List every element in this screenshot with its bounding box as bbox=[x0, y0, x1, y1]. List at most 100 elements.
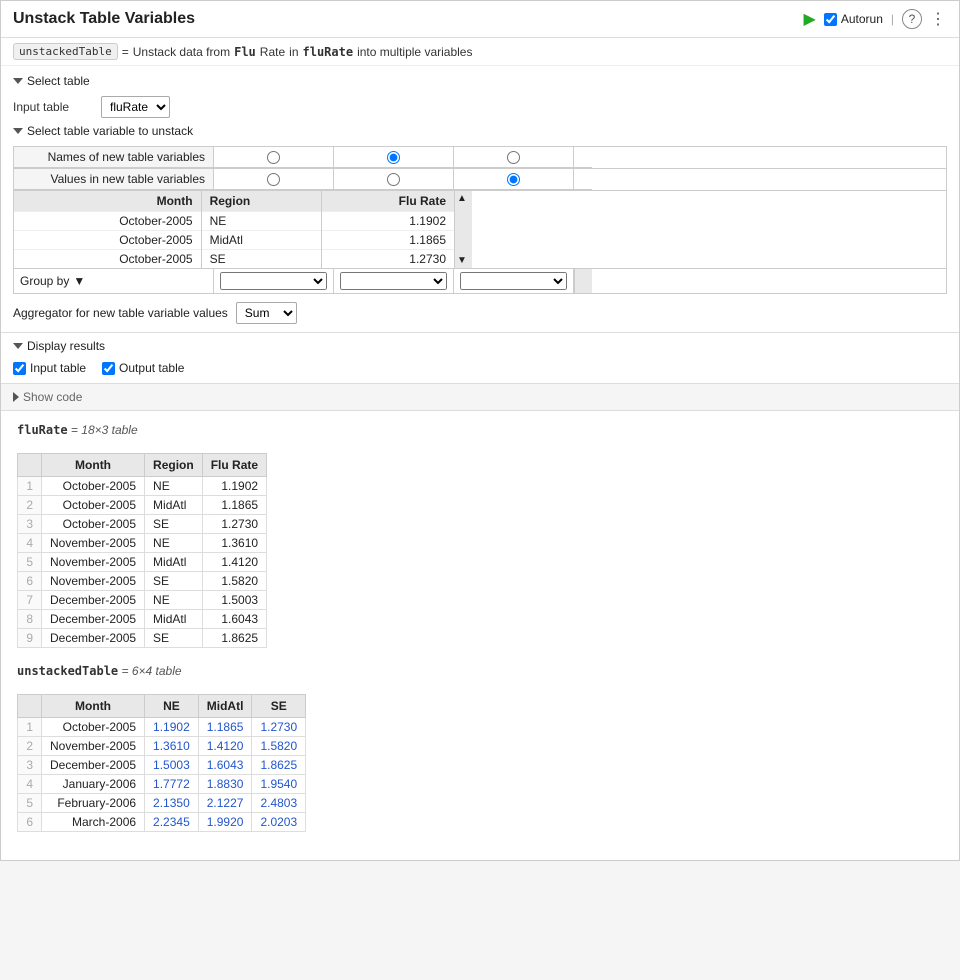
prev-region: NE bbox=[201, 212, 321, 231]
groupby-select-3[interactable] bbox=[340, 272, 447, 290]
names-radio-2[interactable] bbox=[387, 151, 400, 164]
autorun-checkbox[interactable] bbox=[824, 13, 837, 26]
values-radio-1-cell[interactable] bbox=[214, 169, 334, 190]
values-radio-1[interactable] bbox=[267, 173, 280, 186]
unstacked-table-label: unstackedTable = 6×4 table bbox=[17, 664, 943, 678]
prev-region: SE bbox=[201, 250, 321, 269]
names-label-text: Names of new table variables bbox=[48, 150, 205, 164]
select-table-header[interactable]: Select table bbox=[13, 74, 947, 88]
flu-rate-table-info: = 18×3 table bbox=[71, 423, 138, 437]
app-container: Unstack Table Variables ▶ Autorun | ? ⋮ … bbox=[0, 0, 960, 861]
scroll-down[interactable]: ▼ bbox=[457, 255, 470, 266]
row-flurate: 1.1902 bbox=[202, 477, 266, 496]
preview-row: October-2005 SE 1.2730 bbox=[14, 250, 454, 269]
row-month: December-2005 bbox=[42, 629, 145, 648]
ucol-ne: NE bbox=[145, 695, 199, 718]
ucol-se: SE bbox=[252, 695, 306, 718]
autorun-label[interactable]: Autorun bbox=[824, 12, 883, 26]
table-row: 4 November-2005 NE 1.3610 bbox=[18, 534, 267, 553]
table-row: 1 October-2005 NE 1.1902 bbox=[18, 477, 267, 496]
aggregator-select[interactable]: Sum Mean Min Max bbox=[236, 302, 297, 324]
preview-col-flurate: Flu Rate bbox=[321, 191, 454, 212]
row-region: SE bbox=[145, 572, 203, 591]
values-radio-2-cell[interactable] bbox=[334, 169, 454, 190]
values-radio-3-cell[interactable] bbox=[454, 169, 574, 190]
names-radio-3-cell[interactable] bbox=[454, 147, 574, 168]
input-table-checkbox-text: Input table bbox=[30, 361, 86, 375]
row-idx: 7 bbox=[18, 591, 42, 610]
scroll-up[interactable]: ▲ bbox=[457, 193, 470, 204]
run-button[interactable]: ▶ bbox=[804, 9, 816, 29]
row-flurate: 1.5003 bbox=[202, 591, 266, 610]
row-region: NE bbox=[145, 591, 203, 610]
help-button[interactable]: ? bbox=[902, 9, 922, 29]
groupby-dropdown-icon: ▼ bbox=[73, 274, 85, 288]
row-region: SE bbox=[145, 629, 203, 648]
row-flurate: 1.4120 bbox=[202, 553, 266, 572]
more-button[interactable]: ⋮ bbox=[930, 9, 947, 29]
prev-month: October-2005 bbox=[14, 250, 201, 269]
groupby-select-2[interactable] bbox=[220, 272, 327, 290]
select-variable-header[interactable]: Select table variable to unstack bbox=[13, 124, 947, 138]
show-code-bar[interactable]: Show code bbox=[1, 384, 959, 411]
prev-month: October-2005 bbox=[14, 212, 201, 231]
groupby-col4 bbox=[454, 269, 574, 293]
row-idx: 4 bbox=[18, 534, 42, 553]
urow-ne: 1.3610 bbox=[145, 737, 199, 756]
urow-se: 2.0203 bbox=[252, 813, 306, 832]
display-results-label: Display results bbox=[27, 339, 105, 353]
urow-idx: 6 bbox=[18, 813, 42, 832]
table-row: 5 February-2006 2.1350 2.1227 2.4803 bbox=[18, 794, 306, 813]
equals-sign: = bbox=[122, 45, 129, 59]
preview-col-region: Region bbox=[201, 191, 321, 212]
table-row: 1 October-2005 1.1902 1.1865 1.2730 bbox=[18, 718, 306, 737]
names-radio-2-cell[interactable] bbox=[334, 147, 454, 168]
names-radio-1-cell[interactable] bbox=[214, 147, 334, 168]
urow-idx: 2 bbox=[18, 737, 42, 756]
preview-scrollbar[interactable]: ▲ ▼ bbox=[454, 191, 472, 268]
table-row: 3 October-2005 SE 1.2730 bbox=[18, 515, 267, 534]
table-row: 2 October-2005 MidAtl 1.1865 bbox=[18, 496, 267, 515]
urow-idx: 1 bbox=[18, 718, 42, 737]
urow-midatl: 2.1227 bbox=[198, 794, 252, 813]
groupby-select-4[interactable] bbox=[460, 272, 567, 290]
results-area: fluRate = 18×3 table Month Region Flu Ra… bbox=[1, 411, 959, 860]
prev-region: MidAtl bbox=[201, 231, 321, 250]
urow-midatl: 1.8830 bbox=[198, 775, 252, 794]
row-idx: 9 bbox=[18, 629, 42, 648]
into-text: into multiple variables bbox=[357, 45, 472, 59]
row-region: MidAtl bbox=[145, 553, 203, 572]
row-month: November-2005 bbox=[42, 553, 145, 572]
prev-flurate: 1.1865 bbox=[321, 231, 454, 250]
urow-idx: 3 bbox=[18, 756, 42, 775]
urow-se: 1.9540 bbox=[252, 775, 306, 794]
col-idx bbox=[18, 454, 42, 477]
row-region: MidAtl bbox=[145, 496, 203, 515]
row-month: October-2005 bbox=[42, 515, 145, 534]
urow-ne: 1.1902 bbox=[145, 718, 199, 737]
names-radio-1[interactable] bbox=[267, 151, 280, 164]
page-title: Unstack Table Variables bbox=[13, 10, 195, 28]
input-table-select[interactable]: fluRate bbox=[101, 96, 170, 118]
header: Unstack Table Variables ▶ Autorun | ? ⋮ bbox=[1, 1, 959, 38]
row-idx: 1 bbox=[18, 477, 42, 496]
output-table-checkbox[interactable] bbox=[102, 362, 115, 375]
values-radio-2[interactable] bbox=[387, 173, 400, 186]
input-table-checkbox-label[interactable]: Input table bbox=[13, 361, 86, 375]
input-table-checkbox[interactable] bbox=[13, 362, 26, 375]
names-radio-3[interactable] bbox=[507, 151, 520, 164]
names-scroll bbox=[574, 147, 592, 168]
urow-month: November-2005 bbox=[42, 737, 145, 756]
output-table-checkbox-label[interactable]: Output table bbox=[102, 361, 184, 375]
urow-midatl: 1.9920 bbox=[198, 813, 252, 832]
table-row: 8 December-2005 MidAtl 1.6043 bbox=[18, 610, 267, 629]
display-results-header[interactable]: Display results bbox=[13, 339, 947, 353]
urow-ne: 2.1350 bbox=[145, 794, 199, 813]
urow-idx: 4 bbox=[18, 775, 42, 794]
select-table-label: Select table bbox=[27, 74, 90, 88]
row-flurate: 1.3610 bbox=[202, 534, 266, 553]
header-actions: ▶ Autorun | ? ⋮ bbox=[804, 9, 947, 29]
values-radio-3[interactable] bbox=[507, 173, 520, 186]
row-idx: 3 bbox=[18, 515, 42, 534]
flu-rate-var-name: fluRate bbox=[17, 423, 68, 437]
